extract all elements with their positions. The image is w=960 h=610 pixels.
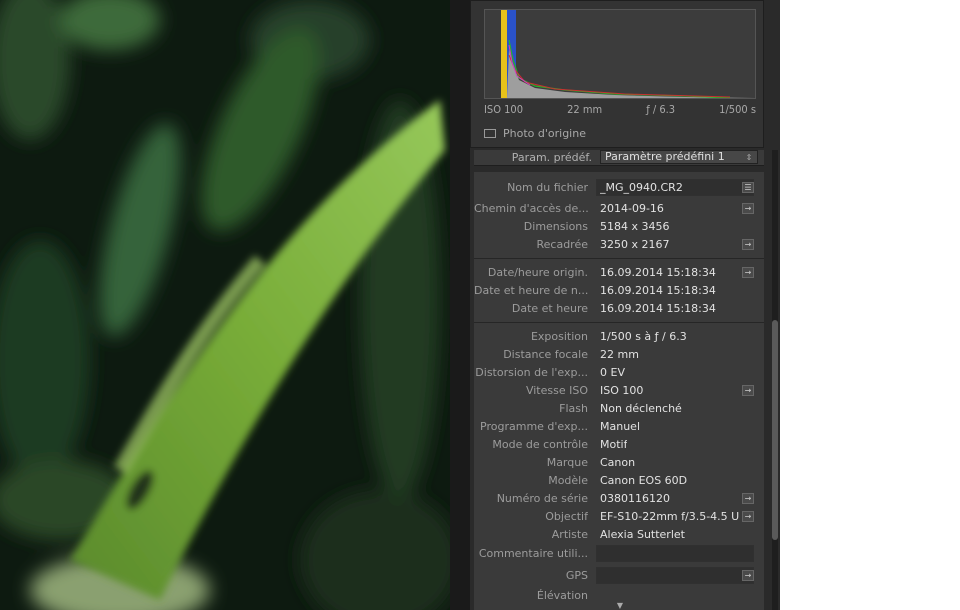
preset-select[interactable]: Paramètre prédéfini 1 ⇕ xyxy=(600,150,758,164)
metering-label: Mode de contrôle xyxy=(492,438,588,451)
photo-image xyxy=(0,0,450,610)
histo-aperture: ƒ / 6.3 xyxy=(646,103,676,116)
row-date-num: Date et heure de n... 16.09.2014 15:18:3… xyxy=(474,282,764,300)
serial-jump-icon[interactable]: → xyxy=(742,493,754,504)
lens-label: Objectif xyxy=(545,510,588,523)
row-model: Modèle Canon EOS 60D xyxy=(474,472,764,490)
program-label: Programme d'exp... xyxy=(480,420,588,433)
row-crop: Recadrée 3250 x 2167 → xyxy=(474,236,764,254)
histo-focal: 22 mm xyxy=(567,103,603,116)
row-lens: Objectif EF-S10-22mm f/3.5-4.5 US → xyxy=(474,508,764,526)
iso-value: ISO 100 xyxy=(600,384,644,397)
row-focal: Distance focale 22 mm xyxy=(474,346,764,364)
preset-label: Param. prédéf. xyxy=(511,151,592,164)
metadata-panel: ISO 100 22 mm ƒ / 6.3 1/500 s Photo d'or… xyxy=(470,0,780,610)
date-jump-icon[interactable]: → xyxy=(742,267,754,278)
artist-value: Alexia Sutterlet xyxy=(600,528,685,541)
crop-value: 3250 x 2167 xyxy=(600,238,670,251)
histo-shutter: 1/500 s xyxy=(719,103,756,116)
iso-label: Vitesse ISO xyxy=(525,384,588,397)
dimensions-label: Dimensions xyxy=(523,220,588,233)
original-photo-label: Photo d'origine xyxy=(503,127,586,140)
row-iso: Vitesse ISO ISO 100 → xyxy=(474,382,764,400)
model-label: Modèle xyxy=(548,474,588,487)
exposure-label: Exposition xyxy=(530,330,588,343)
histogram-info: ISO 100 22 mm ƒ / 6.3 1/500 s xyxy=(484,103,756,119)
row-file-name: Nom du fichier _MG_0940.CR2 ☰ xyxy=(474,179,764,197)
serial-label: Numéro de série xyxy=(496,492,588,505)
flash-value: Non déclenché xyxy=(600,402,682,415)
crop-jump-icon[interactable]: → xyxy=(742,239,754,250)
metering-value: Motif xyxy=(600,438,628,451)
make-label: Marque xyxy=(546,456,588,469)
row-distortion: Distorsion de l'exp... 0 EV xyxy=(474,364,764,382)
distortion-label: Distorsion de l'exp... xyxy=(475,366,588,379)
comment-label: Commentaire utili... xyxy=(478,547,588,560)
updown-icon: ⇕ xyxy=(745,153,753,162)
path-label: Chemin d'accès de... xyxy=(474,202,588,215)
row-exposure: Exposition 1/500 s à ƒ / 6.3 xyxy=(474,328,764,346)
photo-preview[interactable] xyxy=(0,0,450,610)
histogram xyxy=(484,9,756,99)
row-date-orig: Date/heure origin. 16.09.2014 15:18:34 → xyxy=(474,264,764,282)
row-path: Chemin d'accès de... 2014-09-16 → xyxy=(474,200,764,218)
row-date: Date et heure 16.09.2014 15:18:34 xyxy=(474,300,764,318)
preset-value: Paramètre prédéfini 1 xyxy=(605,150,725,163)
date-value: 16.09.2014 15:18:34 xyxy=(600,302,716,315)
go-to-folder-icon[interactable]: → xyxy=(742,203,754,214)
file-name-label: Nom du fichier xyxy=(507,181,588,194)
date-label: Date et heure xyxy=(511,302,588,315)
row-comment: Commentaire utili... xyxy=(474,545,764,563)
artist-label: Artiste xyxy=(551,528,588,541)
dimensions-value: 5184 x 3456 xyxy=(600,220,670,233)
histogram-section: ISO 100 22 mm ƒ / 6.3 1/500 s Photo d'or… xyxy=(470,0,764,148)
crop-label: Recadrée xyxy=(536,238,588,251)
list-icon[interactable]: ☰ xyxy=(742,182,754,193)
gps-field[interactable] xyxy=(596,567,754,584)
row-gps: GPS → xyxy=(474,567,764,585)
divider xyxy=(474,258,764,259)
panel-divider xyxy=(450,0,470,610)
original-photo-checkbox[interactable] xyxy=(484,129,496,138)
flash-label: Flash xyxy=(559,402,588,415)
scrollbar-thumb[interactable] xyxy=(772,320,778,540)
row-program: Programme d'exp... Manuel xyxy=(474,418,764,436)
gps-jump-icon[interactable]: → xyxy=(742,570,754,581)
metadata-list: Nom du fichier _MG_0940.CR2 ☰ Chemin d'a… xyxy=(474,172,764,610)
divider xyxy=(474,322,764,323)
preset-row: Param. prédéf. Paramètre prédéfini 1 ⇕ xyxy=(474,150,764,166)
date-num-value: 16.09.2014 15:18:34 xyxy=(600,284,716,297)
altitude-label: Élévation xyxy=(536,589,588,602)
lens-value: EF-S10-22mm f/3.5-4.5 US xyxy=(600,510,740,523)
focal-value: 22 mm xyxy=(600,348,639,361)
focal-label: Distance focale xyxy=(503,348,588,361)
blank-area xyxy=(780,0,960,610)
row-flash: Flash Non déclenché xyxy=(474,400,764,418)
row-make: Marque Canon xyxy=(474,454,764,472)
row-metering: Mode de contrôle Motif xyxy=(474,436,764,454)
file-name-value: _MG_0940.CR2 xyxy=(600,181,683,194)
date-orig-label: Date/heure origin. xyxy=(487,266,588,279)
lens-jump-icon[interactable]: → xyxy=(742,511,754,522)
program-value: Manuel xyxy=(600,420,640,433)
row-dimensions: Dimensions 5184 x 3456 xyxy=(474,218,764,236)
iso-jump-icon[interactable]: → xyxy=(742,385,754,396)
original-photo-toggle[interactable]: Photo d'origine xyxy=(484,127,586,140)
gps-label: GPS xyxy=(565,569,588,582)
date-orig-value: 16.09.2014 15:18:34 xyxy=(600,266,716,279)
serial-value: 0380116120 xyxy=(600,492,670,505)
path-value: 2014-09-16 xyxy=(600,202,664,215)
date-num-label: Date et heure de n... xyxy=(474,284,588,297)
model-value: Canon EOS 60D xyxy=(600,474,688,487)
distortion-value: 0 EV xyxy=(600,366,625,379)
row-artist: Artiste Alexia Sutterlet xyxy=(474,526,764,544)
chevron-down-icon[interactable]: ▼ xyxy=(615,601,625,610)
row-serial: Numéro de série 0380116120 → xyxy=(474,490,764,508)
make-value: Canon xyxy=(600,456,636,469)
exposure-value: 1/500 s à ƒ / 6.3 xyxy=(600,330,687,343)
comment-field[interactable] xyxy=(596,545,754,562)
histo-iso: ISO 100 xyxy=(484,103,524,116)
